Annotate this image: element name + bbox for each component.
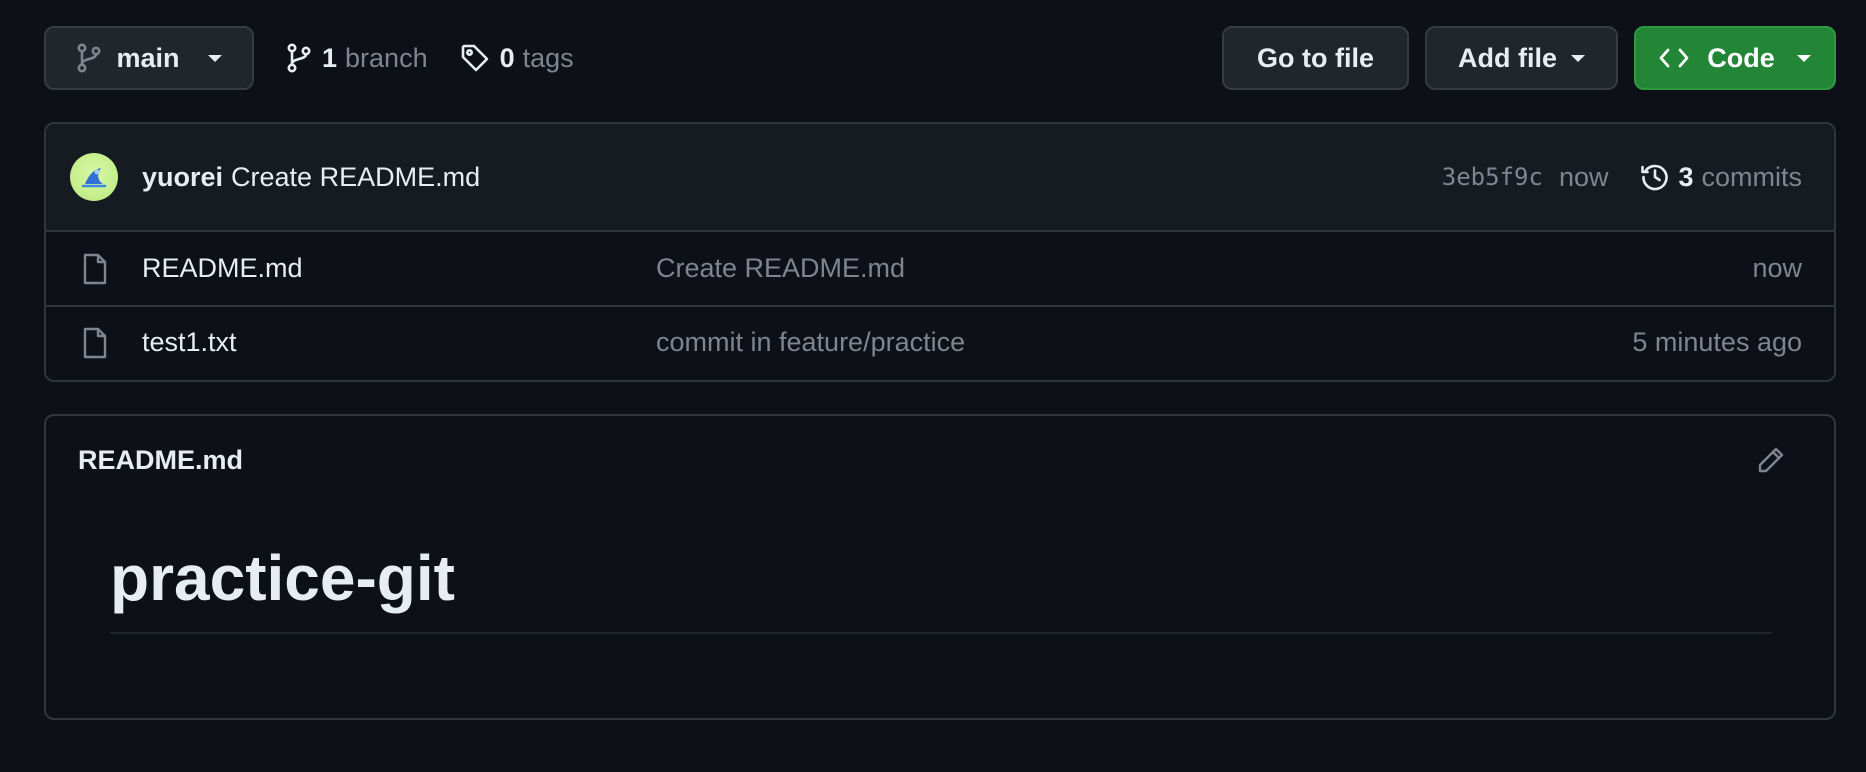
tag-label: tags [522,42,574,73]
chevron-down-icon [1796,54,1811,62]
file-row[interactable]: README.md Create README.md now [46,232,1834,305]
code-icon [1659,46,1689,70]
code-button[interactable]: Code [1634,26,1836,90]
latest-commit-bar: yuorei Create README.md 3eb5f9c now 3 co… [46,124,1834,232]
commits-history-link[interactable]: 3 commits [1640,162,1802,193]
add-file-button[interactable]: Add file [1425,26,1618,90]
commit-meta: 3eb5f9c now 3 commits [1442,162,1802,193]
file-name[interactable]: README.md [142,253,656,284]
pencil-icon[interactable] [1756,445,1786,475]
file-name[interactable]: test1.txt [142,327,656,358]
file-age: 5 minutes ago [1632,327,1802,357]
history-icon [1640,162,1670,192]
code-label: Code [1707,42,1775,73]
chevron-down-icon [208,54,222,62]
branch-label: branch [345,42,428,73]
git-branch-icon [286,43,312,73]
readme-header: README.md [46,416,1834,504]
readme-panel: README.md practice-git [44,414,1836,720]
chevron-down-icon [1571,54,1585,62]
tag-icon [460,43,490,73]
go-to-file-button[interactable]: Go to file [1222,26,1409,90]
avatar[interactable] [70,153,118,201]
toolbar-actions: Go to file Add file Code [1222,26,1836,90]
branch-count: 1 [322,42,338,73]
tags-link[interactable]: 0 tags [460,43,574,74]
repository-page: main 1 branch 0 tags Go to file Add file… [0,0,1866,772]
file-row[interactable]: test1.txt commit in feature/practice 5 m… [46,305,1834,378]
readme-filename[interactable]: README.md [78,445,243,476]
branch-name: main [116,42,180,73]
commit-count-label: commits [1701,161,1803,192]
commit-message[interactable]: Create README.md [231,162,480,193]
add-file-label: Add file [1458,42,1557,73]
branch-select-button[interactable]: main [44,26,254,90]
readme-heading: practice-git [110,538,1772,634]
file-last-commit[interactable]: Create README.md [656,253,905,284]
tag-count: 0 [499,42,515,73]
commit-time: now [1558,161,1609,192]
commit-author[interactable]: yuorei [142,162,223,193]
readme-content: practice-git [46,504,1834,634]
file-icon [80,327,110,359]
file-last-commit[interactable]: commit in feature/practice [656,327,965,358]
branches-link[interactable]: 1 branch [286,43,428,74]
commit-sha[interactable]: 3eb5f9c [1442,163,1543,191]
git-branch-icon [76,43,102,73]
repo-toolbar: main 1 branch 0 tags Go to file Add file… [44,26,1836,90]
file-icon [80,253,110,285]
commit-count: 3 [1678,161,1694,192]
file-browser: yuorei Create README.md 3eb5f9c now 3 co… [44,122,1836,382]
file-age: now [1752,253,1802,283]
